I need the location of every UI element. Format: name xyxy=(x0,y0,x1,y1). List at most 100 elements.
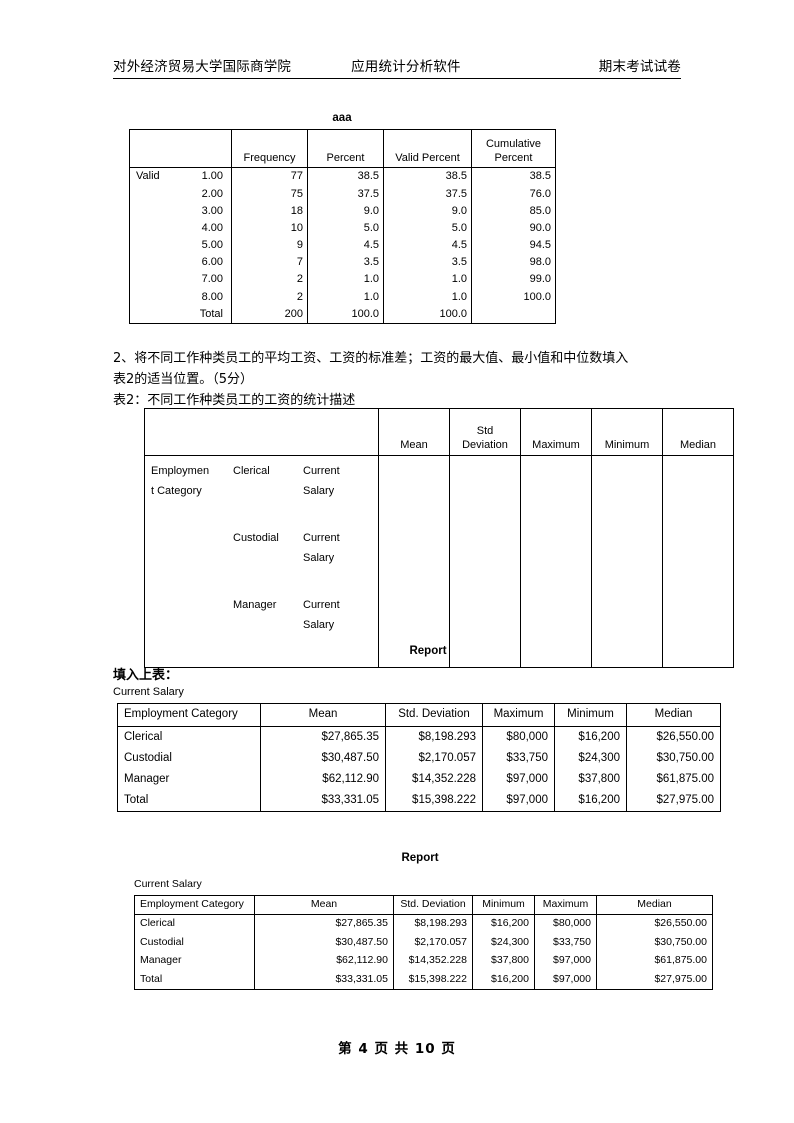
table-row: 5.00 9 4.5 4.5 94.5 xyxy=(130,236,556,254)
cell-cumulative-percent: 94.5 xyxy=(471,236,556,254)
header-course: 应用统计分析软件 xyxy=(351,59,461,75)
cell-percent: 1.0 xyxy=(307,271,384,289)
cell-mean[interactable] xyxy=(378,523,450,590)
cell-valid-percent: 37.5 xyxy=(383,185,472,203)
group-label-employment-category: Employmen t Category xyxy=(151,461,233,502)
cell-median: $26,550.00 xyxy=(626,726,721,748)
header-maximum: Maximum xyxy=(520,408,592,456)
current-salary-label-1: Current Salary xyxy=(113,686,184,698)
cell-percent: 9.0 xyxy=(307,202,384,220)
cell-std-deviation: $8,198.293 xyxy=(393,914,473,934)
header-frequency: Frequency xyxy=(231,129,308,168)
table-row: Employmen t Category Clerical Current Sa… xyxy=(145,455,734,523)
cell-median: $30,750.00 xyxy=(626,748,721,769)
document-page: 对外经济贸易大学国际商学院 应用统计分析软件 期末考试试卷 aaa Freque… xyxy=(0,0,794,1123)
cell-percent: 37.5 xyxy=(307,185,384,203)
row-measure-line1: Current xyxy=(303,532,340,544)
cell-total-median: $27,975.00 xyxy=(596,970,713,990)
header-std-deviation: Std. Deviation xyxy=(393,895,473,915)
report-table-2-body: Clerical $27,865.35 $8,198.293 $16,200 $… xyxy=(135,914,713,990)
cell-std-deviation: $2,170.057 xyxy=(385,748,483,769)
cell-frequency: 77 xyxy=(231,167,308,186)
row-valid-label-empty xyxy=(130,237,174,254)
table-row: 8.00 2 1.0 1.0 100.0 xyxy=(130,288,556,306)
group-label-spacer xyxy=(151,595,233,636)
cell-total-maximum: $97,000 xyxy=(534,970,597,990)
cell-maximum: $33,750 xyxy=(482,748,555,769)
cell-percent: 5.0 xyxy=(307,219,384,237)
question-2-text: 2、将不同工作种类员工的平均工资、工资的标准差；工资的最大值、最小值和中位数填入… xyxy=(113,348,693,390)
cell-std-deviation[interactable] xyxy=(449,523,521,590)
cell-total-minimum: $16,200 xyxy=(554,790,627,812)
table-row: Clerical $27,865.35 $8,198.293 $80,000 $… xyxy=(118,726,721,748)
cell-percent: 3.5 xyxy=(307,253,384,272)
group-label-line1: Employmen xyxy=(151,465,210,477)
row-measure-line1: Current xyxy=(303,599,340,611)
table-header-row: Employment Category Mean Std. Deviation … xyxy=(134,895,713,915)
report-table-1-block: Employment Category Mean Std. Deviation … xyxy=(117,703,721,812)
table-row-total: Total $33,331.05 $15,398.222 $16,200 $97… xyxy=(135,970,713,990)
cell-frequency: 75 xyxy=(231,185,308,203)
cell-median: $26,550.00 xyxy=(596,914,713,934)
header-std-deviation: Std Deviation xyxy=(449,408,521,456)
header-std-deviation: Std. Deviation xyxy=(385,703,483,727)
header-university: 对外经济贸易大学国际商学院 xyxy=(113,59,292,75)
row-total-label: Total xyxy=(140,972,163,985)
cell-mean[interactable] xyxy=(378,455,450,523)
row-category: 3.00 xyxy=(201,204,223,217)
cell-minimum: $37,800 xyxy=(554,769,627,790)
cell-total-minimum: $16,200 xyxy=(472,970,535,990)
table-row: Clerical $27,865.35 $8,198.293 $16,200 $… xyxy=(135,914,713,934)
cell-maximum[interactable] xyxy=(520,523,592,590)
table-row: 3.00 18 9.0 9.0 85.0 xyxy=(130,202,556,220)
table-row: Valid 1.00 77 38.5 38.5 38.5 xyxy=(130,167,556,186)
row-measure-line2: Salary xyxy=(303,552,335,565)
frequency-table-body: Valid 1.00 77 38.5 38.5 38.5 2.00 75 37.… xyxy=(130,167,556,324)
header-minimum: Minimum xyxy=(554,703,627,727)
header-mean: Mean xyxy=(254,895,394,915)
cell-median[interactable] xyxy=(662,523,734,590)
cell-cumulative-percent: 90.0 xyxy=(471,219,556,237)
header-exam-type: 期末考试试卷 xyxy=(598,59,681,75)
cell-minimum[interactable] xyxy=(591,455,663,523)
header-employment-category: Employment Category xyxy=(134,895,255,915)
row-valid-label-empty xyxy=(130,202,174,219)
cell-maximum[interactable] xyxy=(520,455,592,523)
cell-mean: $62,112.90 xyxy=(254,952,394,971)
header-median: Median xyxy=(596,895,713,915)
cell-std-deviation[interactable] xyxy=(449,455,521,523)
header-maximum: Maximum xyxy=(482,703,555,727)
cell-valid-percent: 9.0 xyxy=(383,202,472,220)
page-footer: 第 4 页 共 10 页 xyxy=(338,1041,456,1057)
table-row: Custodial $30,487.50 $2,170.057 $33,750 … xyxy=(118,748,721,769)
header-maximum: Maximum xyxy=(534,895,597,915)
row-valid-label-empty xyxy=(130,271,174,288)
row-category: 5.00 xyxy=(201,239,223,252)
cell-maximum: $97,000 xyxy=(482,769,555,790)
row-category: 6.00 xyxy=(201,256,223,269)
row-category: 8.00 xyxy=(201,290,223,303)
fill-in-heading: 填入上表： xyxy=(113,668,179,683)
table-header-row: Frequency Percent Valid Percent Cumulati… xyxy=(129,129,556,168)
cell-minimum[interactable] xyxy=(591,523,663,590)
cell-total-cumulative-percent xyxy=(471,305,556,324)
cell-total-percent: 100.0 xyxy=(307,305,384,324)
cell-percent: 4.5 xyxy=(307,236,384,254)
cell-cumulative-percent: 99.0 xyxy=(471,271,556,289)
cell-median[interactable] xyxy=(662,455,734,523)
header-employment-category: Employment Category xyxy=(117,703,261,727)
row-valid-label-empty xyxy=(130,220,174,237)
cell-maximum: $97,000 xyxy=(534,952,597,971)
question-2-line2: 表2的适当位置。（5分） xyxy=(113,372,254,387)
row-category: Clerical xyxy=(140,917,176,930)
row-measure: Current Salary xyxy=(303,595,374,636)
frequency-table-title: aaa xyxy=(332,112,352,124)
report-table-1-body: Clerical $27,865.35 $8,198.293 $80,000 $… xyxy=(118,726,721,812)
row-valid-label-empty xyxy=(130,254,174,271)
cell-percent: 1.0 xyxy=(307,288,384,306)
row-measure-line2: Salary xyxy=(303,619,335,632)
table-row: Manager $62,112.90 $14,352.228 $37,800 $… xyxy=(135,952,713,971)
report-label-2: Report xyxy=(401,852,439,864)
cell-cumulative-percent: 85.0 xyxy=(471,202,556,220)
header-minimum: Minimum xyxy=(591,408,663,456)
